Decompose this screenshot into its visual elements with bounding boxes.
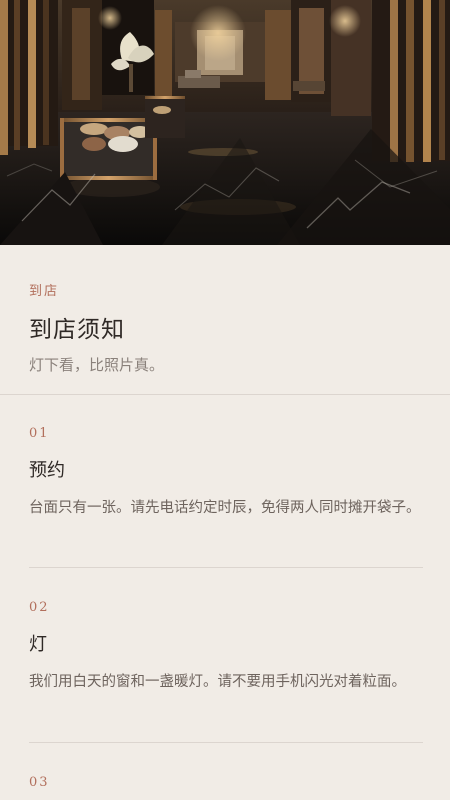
store-visit-notice-section: 到店 到店须知 灯下看，比照片真。 01 预约 台面只有一张。请先电话约定时辰，… [0, 245, 450, 800]
notice-title: 灯 [29, 634, 47, 655]
page-title: 到店须知 [29, 317, 125, 343]
notice-divider [29, 567, 423, 568]
section-kicker: 到店 [29, 284, 60, 299]
notice-item-third: 03 [29, 775, 421, 790]
notice-number: 03 [29, 775, 50, 790]
notice-title: 预约 [29, 460, 65, 481]
page-subtitle: 灯下看，比照片真。 [29, 356, 165, 374]
notice-number: 02 [29, 600, 50, 615]
notice-text: 我们用白天的窗和一盏暖灯。请不要用手机闪光对着粒面。 [29, 674, 406, 690]
notice-divider [29, 742, 423, 743]
notice-text: 台面只有一张。请先电话约定时辰，免得两人同时摊开袋子。 [29, 500, 421, 516]
notice-number: 01 [29, 426, 50, 441]
notice-item-light: 02 灯 我们用白天的窗和一盏暖灯。请不要用手机闪光对着粒面。 [29, 600, 421, 698]
hero-image [0, 0, 450, 245]
section-divider [0, 394, 450, 395]
notice-item-booking: 01 预约 台面只有一张。请先电话约定时辰，免得两人同时摊开袋子。 [29, 426, 421, 524]
